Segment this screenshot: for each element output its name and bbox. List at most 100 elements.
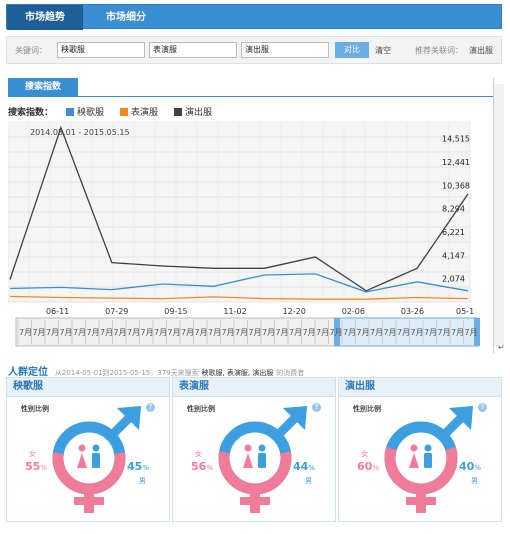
clear-button[interactable]: 清空 xyxy=(375,45,391,56)
return-mark: ↵ xyxy=(498,343,505,352)
legend-title: 搜索指数： xyxy=(8,108,54,118)
timeline-label: 7月 xyxy=(384,328,397,337)
female-figure-icon xyxy=(244,444,252,452)
related-label: 推荐关联词： xyxy=(415,46,463,55)
male-word: 男 xyxy=(471,477,478,485)
keyword-input-3[interactable]: 演出服 xyxy=(241,42,329,58)
timeline-label: 7月 xyxy=(289,328,302,337)
timeline-label: 7月 xyxy=(208,328,221,337)
y-tick-label: 2,074 xyxy=(442,275,465,284)
timeline-strip: 7月 7月 7月 7月 7月 7月 7月 7月 7月 7月 7月 7月 7月 7月 7月 7月 7月 7月 7月 7月… xyxy=(15,317,480,347)
timeline-label: 7月 xyxy=(343,328,356,337)
timeline-label: 7月 xyxy=(114,328,127,337)
timeline-label: 7月 xyxy=(181,328,194,337)
x-tick-label: 12-20 xyxy=(283,307,306,316)
female-figure-icon xyxy=(78,444,86,452)
female-figure-icon xyxy=(410,444,418,452)
legend-item-yangge[interactable]: 秧歌服 xyxy=(66,105,104,118)
people-desc: 从2014-05-01到2015-05-15，379天来搜索 xyxy=(54,369,199,377)
timeline-label: 7月 xyxy=(451,328,464,337)
timeline-label: 7月 xyxy=(168,328,181,337)
timeline-label: 7月 xyxy=(438,328,451,337)
people-suffix: 的消费者 xyxy=(276,369,305,377)
divider xyxy=(8,96,493,97)
y-tick-label: 10,368 xyxy=(442,181,470,190)
timeline-label: 7月 xyxy=(141,328,154,337)
timeline-label: 7月 xyxy=(276,328,289,337)
x-tick-label: 07-29 xyxy=(105,307,128,316)
male-figure-icon xyxy=(424,453,432,468)
male-percent: 45% xyxy=(127,460,149,473)
timeline-label: 7月 xyxy=(424,328,437,337)
x-tick-label: 06-11 xyxy=(46,307,69,316)
timeline-label: 7月 xyxy=(222,328,235,337)
timeline-label: 7月 xyxy=(330,328,343,337)
x-tick-label: 02-06 xyxy=(342,307,365,316)
timeline-label: 7月 xyxy=(46,328,59,337)
people-header: 人群定位 从2014-05-01到2015-05-15，379天来搜索 秧歌服,… xyxy=(8,363,304,378)
keyword-bar: 关键词： 秧歌服 表演服 演出服 对比 清空 推荐关联词： 演出服 xyxy=(6,36,502,64)
male-figure-icon xyxy=(258,444,266,452)
timeline-label: 7月 xyxy=(19,328,32,337)
female-word: 女 xyxy=(29,450,36,458)
female-percent: 56% xyxy=(191,460,213,473)
related-keyword-link[interactable]: 演出服 xyxy=(469,45,493,56)
female-word: 女 xyxy=(361,450,368,458)
timeline-label: 7月 xyxy=(73,328,86,337)
male-word: 男 xyxy=(139,477,146,485)
male-figure-icon xyxy=(424,444,432,452)
x-tick-label: 05-1 xyxy=(456,307,474,316)
male-percent: 44% xyxy=(293,460,315,473)
y-tick-label: 8,294 xyxy=(442,205,465,214)
female-symbol-bar xyxy=(74,497,104,505)
timeline-label: 7月 xyxy=(357,328,370,337)
y-tick-label: 4,147 xyxy=(442,251,465,260)
timeline-label: 7月 xyxy=(60,328,73,337)
timeline-label: 7月 xyxy=(87,328,100,337)
gender-panel: 表演服 性别比例? 56% 女 44% 男 xyxy=(172,377,336,522)
tab-search-index[interactable]: 搜索指数 xyxy=(8,78,78,96)
people-terms: 秧歌服, 表演服, 演出服 xyxy=(201,369,274,377)
tab-market-segment[interactable]: 市场细分 xyxy=(91,5,161,30)
timeline-label: 7月 xyxy=(195,328,208,337)
keyword-label: 关键词： xyxy=(15,46,47,55)
timeline-label: 7月 xyxy=(316,328,329,337)
male-figure-icon xyxy=(92,453,100,468)
legend-item-biaoyan[interactable]: 表演服 xyxy=(120,105,158,118)
x-tick-label: 03-26 xyxy=(401,307,424,316)
timeline-label: 7月 xyxy=(397,328,410,337)
chart-title: 2014.05.01 - 2015.05.15 xyxy=(30,128,130,137)
y-tick-label: 12,441 xyxy=(442,158,470,167)
tab-market-trend[interactable]: 市场趋势 xyxy=(7,5,83,30)
male-figure-icon xyxy=(92,444,100,452)
timeline-label: 7月 xyxy=(154,328,167,337)
top-tabs: 市场趋势 市场细分 xyxy=(6,4,502,30)
legend-item-yanchu[interactable]: 演出服 xyxy=(174,105,212,118)
timeline-label: 7月 xyxy=(411,328,424,337)
timeline-label: 7月 xyxy=(465,328,478,337)
timeline-label: 7月 xyxy=(370,328,383,337)
timeline-label: 7月 xyxy=(249,328,262,337)
male-percent: 40% xyxy=(459,460,481,473)
female-percent: 60% xyxy=(357,460,379,473)
female-word: 女 xyxy=(195,450,202,458)
timeline-label: 7月 xyxy=(303,328,316,337)
x-tick-label: 09-15 xyxy=(164,307,187,316)
timeline-label: 7月 xyxy=(33,328,46,337)
keyword-input-2[interactable]: 表演服 xyxy=(149,42,237,58)
timeline-label: 7月 xyxy=(262,328,275,337)
female-percent: 55% xyxy=(25,460,47,473)
male-word: 男 xyxy=(305,477,312,485)
timeline-label: 7月 xyxy=(100,328,113,337)
female-symbol-bar xyxy=(240,497,270,505)
keyword-input-1[interactable]: 秧歌服 xyxy=(57,42,145,58)
compare-button[interactable]: 对比 xyxy=(335,42,369,58)
gender-panel: 秧歌服 性别比例? 55% 女 45% 男 xyxy=(6,377,170,522)
gender-panel: 演出服 性别比例? 60% 女 40% 男 xyxy=(338,377,502,522)
y-tick-label: 6,221 xyxy=(442,228,465,237)
female-symbol-bar xyxy=(406,497,436,505)
y-tick-label: 14,515 xyxy=(442,135,470,144)
timeline-label: 7月 xyxy=(127,328,140,337)
scrollbar[interactable] xyxy=(494,84,504,346)
male-figure-icon xyxy=(258,453,266,468)
